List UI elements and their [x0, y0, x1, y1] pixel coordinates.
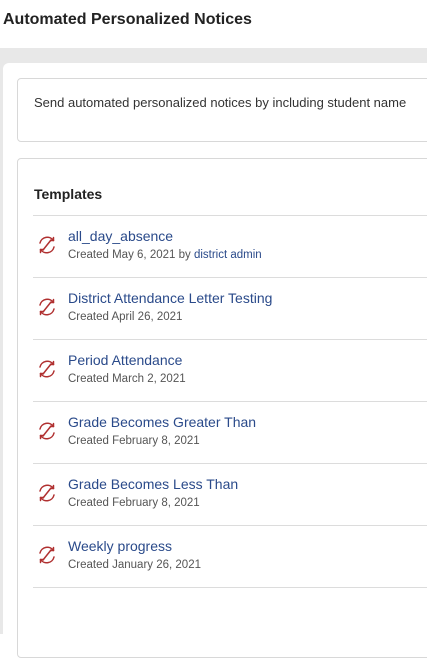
- template-row[interactable]: all_day_absence Created May 6, 2021 by d…: [33, 216, 427, 278]
- content-area: Send automated personalized notices by i…: [0, 48, 427, 663]
- template-created: Created March 2, 2021: [68, 373, 186, 385]
- template-created: Created May 6, 2021: [68, 249, 176, 261]
- template-row[interactable]: Grade Becomes Greater Than Created Febru…: [33, 402, 427, 464]
- template-name-link[interactable]: Grade Becomes Less Than: [68, 476, 238, 492]
- template-created: Created April 26, 2021: [68, 311, 183, 323]
- template-row[interactable]: District Attendance Letter Testing Creat…: [33, 278, 427, 340]
- automation-cycle-icon: [39, 236, 55, 254]
- template-row[interactable]: Weekly progress Created January 26, 2021: [33, 526, 427, 588]
- template-name-link[interactable]: District Attendance Letter Testing: [68, 290, 272, 306]
- info-text: Send automated personalized notices by i…: [34, 95, 407, 110]
- page-header: Automated Personalized Notices: [0, 0, 427, 48]
- template-name-link[interactable]: Period Attendance: [68, 352, 182, 368]
- template-name-link[interactable]: Weekly progress: [68, 538, 172, 554]
- automation-cycle-icon: [39, 422, 55, 440]
- template-name-link[interactable]: all_day_absence: [68, 228, 173, 244]
- template-created: Created February 8, 2021: [68, 435, 200, 447]
- template-list: all_day_absence Created May 6, 2021 by d…: [33, 215, 427, 588]
- template-meta: Created May 6, 2021 by district admin: [68, 249, 262, 261]
- template-created: Created January 26, 2021: [68, 559, 201, 571]
- automation-cycle-icon: [39, 360, 55, 378]
- template-name-link[interactable]: Grade Becomes Greater Than: [68, 414, 256, 430]
- template-row[interactable]: Period Attendance Created March 2, 2021: [33, 340, 427, 402]
- info-box: Send automated personalized notices by i…: [17, 78, 427, 142]
- automation-cycle-icon: [39, 484, 55, 502]
- template-row[interactable]: Grade Becomes Less Than Created February…: [33, 464, 427, 526]
- template-author-link[interactable]: district admin: [194, 249, 262, 261]
- automation-cycle-icon: [39, 298, 55, 316]
- automation-cycle-icon: [39, 546, 55, 564]
- template-by: by: [175, 249, 194, 261]
- main-card: Send automated personalized notices by i…: [3, 63, 427, 663]
- template-created: Created February 8, 2021: [68, 497, 200, 509]
- page-title: Automated Personalized Notices: [3, 11, 252, 28]
- templates-heading: Templates: [34, 186, 103, 202]
- templates-panel: Templates all_day_absence Created May 6,…: [17, 158, 427, 658]
